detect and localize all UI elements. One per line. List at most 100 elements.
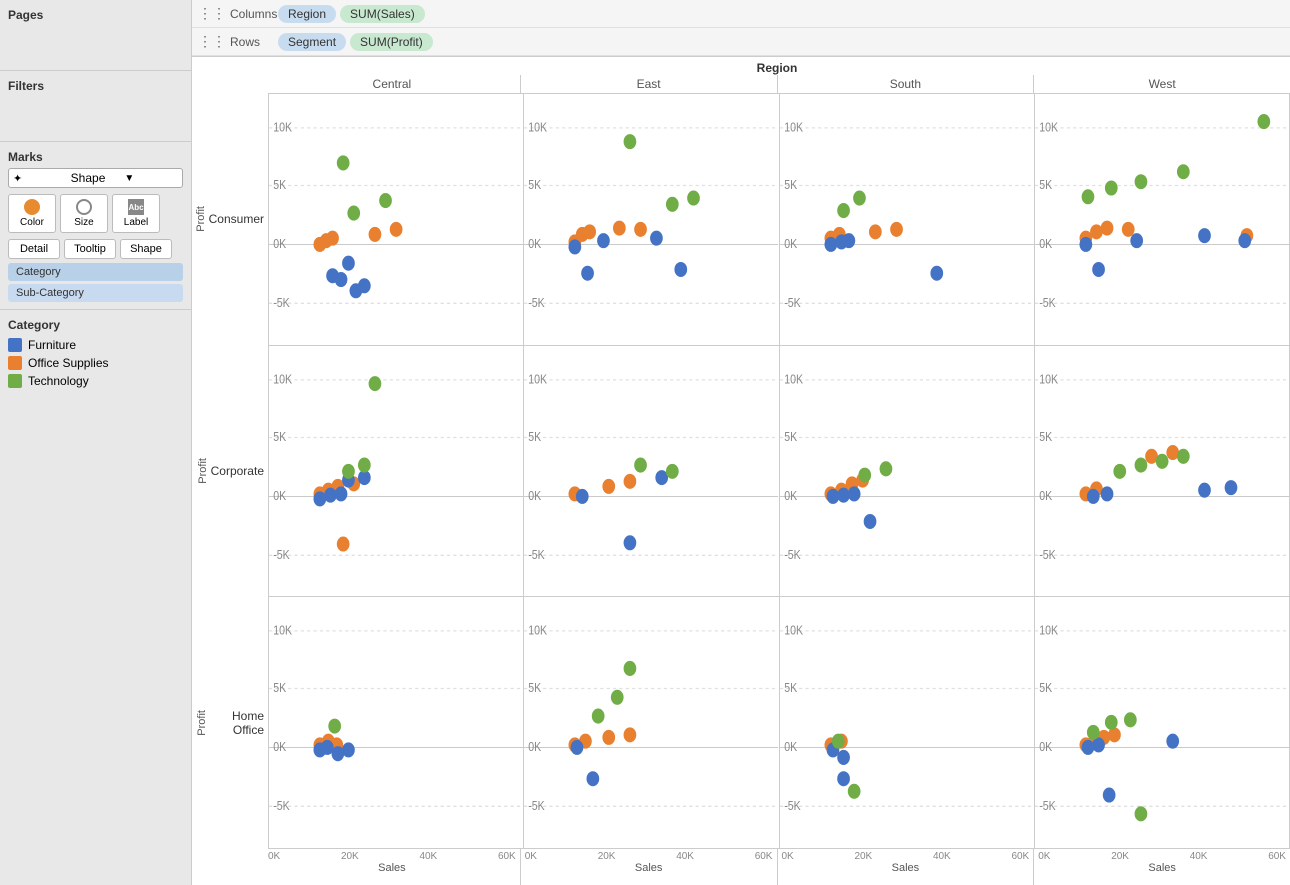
label-button[interactable]: Abc Label	[112, 194, 160, 233]
filters-content	[8, 97, 183, 137]
svg-text:10K: 10K	[1039, 121, 1058, 135]
bottom-axis-row: 0K20K40K60K Sales 0K20K40K60K Sales 0K20…	[264, 849, 1290, 885]
marks-icons-row: Color Size Abc Label	[8, 194, 183, 233]
dot	[613, 221, 626, 236]
dot	[326, 231, 339, 246]
columns-pill-region[interactable]: Region	[278, 5, 336, 23]
technology-label: Technology	[28, 374, 89, 388]
marks-dropdown-label: Shape	[71, 171, 125, 185]
chart-area: Region Central East South West Profit Co…	[192, 57, 1290, 885]
dot	[576, 489, 589, 504]
dot	[1087, 489, 1100, 504]
svg-text:5K: 5K	[528, 178, 541, 192]
dot	[634, 457, 647, 472]
marks-row2: Detail Tooltip Shape	[8, 239, 183, 259]
dot	[587, 772, 600, 787]
columns-label-text: Columns	[230, 7, 277, 21]
dot	[842, 233, 855, 248]
dropdown-arrow-icon: ▼	[124, 173, 178, 184]
svg-text:10K: 10K	[273, 372, 292, 386]
plots-area: 10K 5K 0K -5K	[268, 93, 1290, 849]
dot	[328, 719, 341, 734]
dot	[858, 467, 871, 482]
dot	[347, 206, 360, 221]
dot	[1103, 788, 1116, 803]
plot-corporate-west: 10K 5K 0K -5K	[1035, 346, 1289, 597]
svg-text:-5K: -5K	[273, 548, 290, 562]
svg-text:0K: 0K	[273, 237, 286, 251]
plot-corporate-east: 10K 5K 0K -5K	[524, 346, 779, 597]
dot	[379, 193, 392, 208]
legend-technology: Technology	[8, 374, 183, 388]
col-header-south: South	[778, 75, 1035, 93]
dot	[1092, 262, 1105, 277]
region-header-label: Region	[192, 57, 1290, 75]
svg-consumer-west: 10K 5K 0K -5K	[1035, 94, 1289, 345]
sub-category-shelf[interactable]: Sub-Category	[8, 284, 183, 302]
svg-text:0K: 0K	[1039, 489, 1052, 503]
dot	[666, 197, 679, 212]
dot	[831, 734, 844, 749]
dot	[666, 463, 679, 478]
size-button[interactable]: Size	[60, 194, 108, 233]
rows-shelf-row: ⋮⋮ Rows Segment SUM(Profit)	[192, 28, 1290, 56]
south-x-label: Sales	[892, 862, 920, 874]
rows-pill-segment[interactable]: Segment	[278, 33, 346, 51]
columns-shelf-row: ⋮⋮ Columns Region SUM(Sales)	[192, 0, 1290, 28]
color-button[interactable]: Color	[8, 194, 56, 233]
shelves-area: ⋮⋮ Columns Region SUM(Sales) ⋮⋮ Rows Seg…	[192, 0, 1290, 57]
homeoffice-profit-label: Profit	[196, 710, 208, 736]
dot	[1177, 164, 1190, 179]
svg-text:-5K: -5K	[1039, 800, 1056, 814]
svg-text:-5K: -5K	[784, 800, 801, 814]
marks-type-dropdown[interactable]: ✦ Shape ▼	[8, 168, 183, 188]
pages-content	[8, 26, 183, 66]
dot	[1100, 221, 1113, 236]
svg-text:-5K: -5K	[528, 296, 545, 310]
svg-text:5K: 5K	[1039, 430, 1052, 444]
plot-corporate-central: 10K 5K 0K -5K	[269, 346, 524, 597]
bottom-axis-east: 0K20K40K60K Sales	[521, 849, 778, 885]
dot	[1130, 233, 1143, 248]
plot-homeoffice-central: 10K 5K 0K -5K	[269, 597, 524, 848]
left-panel: Pages Filters Marks ✦ Shape ▼ Color Size…	[0, 0, 192, 885]
pages-title: Pages	[8, 8, 183, 22]
svg-text:0K: 0K	[784, 489, 797, 503]
columns-grid-icon: ⋮⋮	[198, 5, 226, 22]
columns-pill-sales[interactable]: SUM(Sales)	[340, 5, 425, 23]
dot	[1079, 237, 1092, 252]
plot-consumer-east: 10K 5K 0K -5K	[524, 94, 779, 345]
svg-text:-5K: -5K	[528, 800, 545, 814]
svg-homeoffice-south: 10K 5K 0K -5K	[780, 597, 1034, 848]
plot-consumer-south: 10K 5K 0K -5K	[780, 94, 1035, 345]
svg-text:0K: 0K	[1039, 237, 1052, 251]
dot	[847, 784, 860, 799]
dot	[335, 272, 348, 287]
shape-button[interactable]: Shape	[120, 239, 172, 259]
rows-pill-profit[interactable]: SUM(Profit)	[350, 33, 433, 51]
dot	[837, 203, 850, 218]
svg-text:0K: 0K	[1039, 741, 1052, 755]
detail-button[interactable]: Detail	[8, 239, 60, 259]
dot	[337, 155, 350, 170]
category-shelf[interactable]: Category	[8, 263, 183, 281]
bottom-axis-central: 0K20K40K60K Sales	[264, 849, 521, 885]
svg-text:10K: 10K	[1039, 624, 1058, 638]
dot	[837, 750, 850, 765]
dot	[581, 266, 594, 281]
tooltip-button[interactable]: Tooltip	[64, 239, 116, 259]
size-label: Size	[74, 217, 93, 228]
dot	[342, 463, 355, 478]
dot	[890, 222, 903, 237]
svg-text:10K: 10K	[528, 372, 547, 386]
dot	[335, 486, 348, 501]
homeoffice-label: Home Office	[210, 709, 264, 737]
svg-corporate-east: 10K 5K 0K -5K	[524, 346, 778, 597]
svg-consumer-south: 10K 5K 0K -5K	[780, 94, 1034, 345]
plot-homeoffice-east: 10K 5K 0K -5K	[524, 597, 779, 848]
central-x-label: Sales	[378, 862, 406, 874]
dot	[1100, 486, 1113, 501]
color-label: Color	[20, 217, 44, 228]
segment-label-corporate: Profit Corporate	[196, 345, 268, 597]
svg-text:10K: 10K	[273, 121, 292, 135]
